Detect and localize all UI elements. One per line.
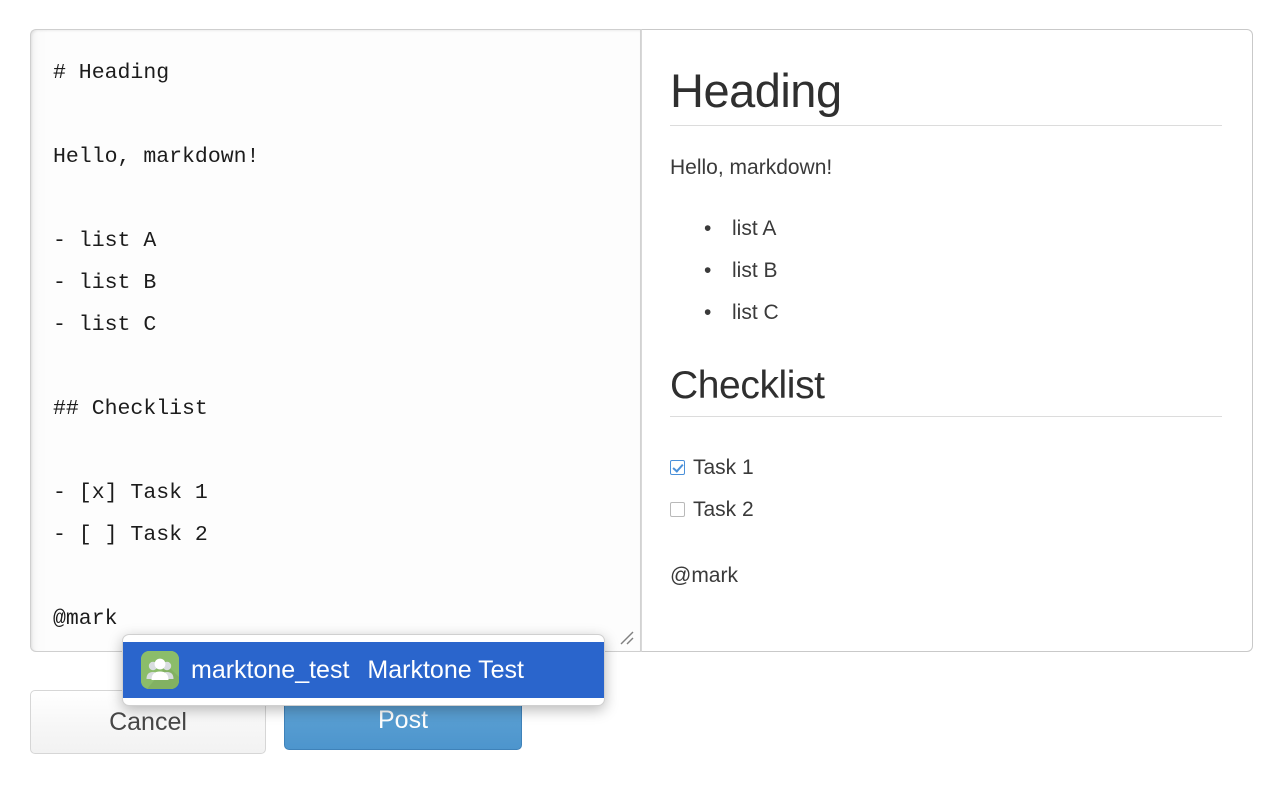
mention-code-label: marktone_test xyxy=(191,655,350,684)
task-list-item[interactable]: Task 1 xyxy=(670,447,1222,489)
checkbox-checked-icon[interactable] xyxy=(670,460,685,476)
list-item: list A xyxy=(704,208,1222,250)
task-label: Task 2 xyxy=(693,497,754,521)
list-item: list B xyxy=(704,250,1222,292)
task-label: Task 1 xyxy=(693,455,754,479)
preview-heading-2: Checklist xyxy=(670,365,1222,417)
resize-grip-icon[interactable] xyxy=(617,628,637,648)
preview-body: Heading Hello, markdown! list A list B l… xyxy=(670,66,1222,591)
task-list-item[interactable]: Task 2 xyxy=(670,489,1222,531)
markdown-source-textarea[interactable]: # Heading Hello, markdown! - list A - li… xyxy=(30,29,641,652)
list-item: list C xyxy=(704,292,1222,334)
markdown-editor-dialog: # Heading Hello, markdown! - list A - li… xyxy=(0,0,1280,800)
markdown-source-text[interactable]: # Heading Hello, markdown! - list A - li… xyxy=(53,52,626,640)
preview-mention-text: @mark xyxy=(670,563,738,587)
markdown-preview-pane: Heading Hello, markdown! list A list B l… xyxy=(641,29,1253,652)
mention-display-name-label: Marktone Test xyxy=(367,655,524,684)
preview-bullet-list: list A list B list C xyxy=(670,208,1222,334)
group-avatar-icon xyxy=(141,651,179,689)
mention-suggestion-item[interactable]: marktone_test Marktone Test xyxy=(123,642,604,698)
preview-heading-1: Heading xyxy=(670,66,1222,127)
preview-task-list: Task 1 Task 2 xyxy=(670,447,1222,531)
mention-autocomplete-dropdown[interactable]: marktone_test Marktone Test xyxy=(122,634,605,706)
checkbox-unchecked-icon[interactable] xyxy=(670,502,685,518)
preview-paragraph: Hello, markdown! xyxy=(670,156,833,180)
